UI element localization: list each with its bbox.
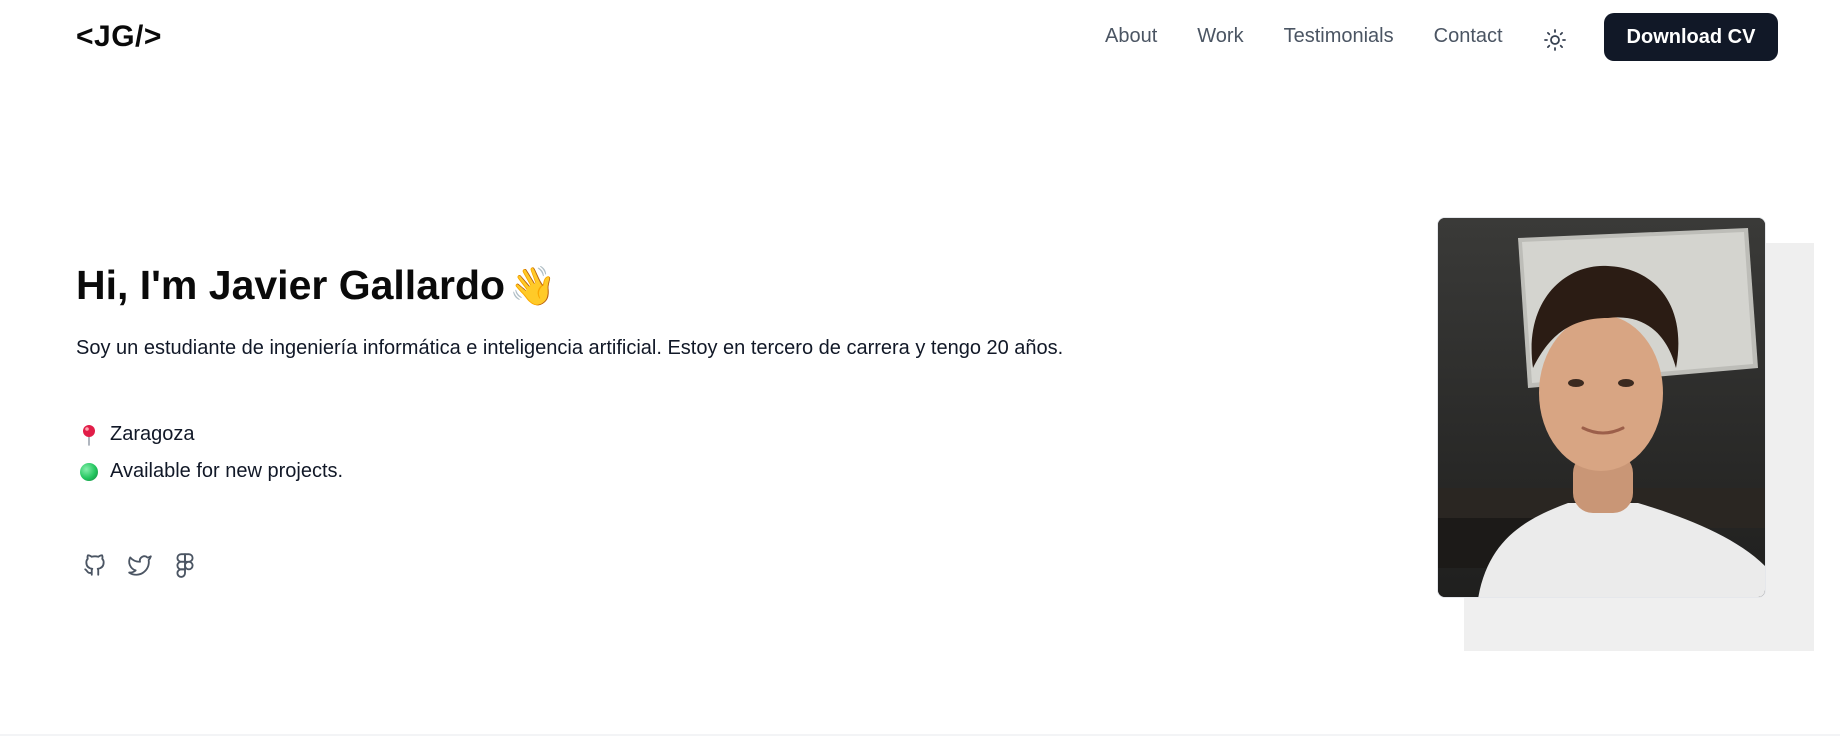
logo[interactable]: <JG/> xyxy=(76,20,162,54)
nav-about-link[interactable]: About xyxy=(1105,25,1157,48)
profile-photo-illustration xyxy=(1438,218,1765,597)
profile-photo xyxy=(1437,217,1766,598)
nav-testimonials-link[interactable]: Testimonials xyxy=(1284,25,1394,48)
social-links xyxy=(80,550,215,580)
location-text: Zaragoza xyxy=(110,423,195,445)
status-row: Available for new projects. xyxy=(78,460,343,483)
twitter-icon[interactable] xyxy=(125,550,155,580)
waving-hand-icon: 👋 xyxy=(509,266,557,308)
sun-icon xyxy=(1544,29,1566,51)
theme-toggle-button[interactable] xyxy=(1538,23,1572,57)
download-cv-button[interactable]: Download CV xyxy=(1604,13,1778,61)
site-header: <JG/> About Work Testimonials Contact Do… xyxy=(0,0,1840,74)
hero-title: Hi, I'm Javier Gallardo 👋 xyxy=(76,262,556,309)
page: <JG/> About Work Testimonials Contact Do… xyxy=(0,0,1840,736)
location-row: Zaragoza xyxy=(78,423,195,446)
green-dot-icon xyxy=(78,461,100,483)
pin-icon xyxy=(78,424,100,446)
nav-work-link[interactable]: Work xyxy=(1197,25,1243,48)
nav-contact-link[interactable]: Contact xyxy=(1434,25,1503,48)
github-icon[interactable] xyxy=(80,550,110,580)
hero-bio: Soy un estudiante de ingeniería informát… xyxy=(76,337,1064,359)
hero-title-text: Hi, I'm Javier Gallardo xyxy=(76,262,506,308)
figma-icon[interactable] xyxy=(170,550,200,580)
main-nav: About Work Testimonials Contact xyxy=(1105,25,1543,48)
status-text: Available for new projects. xyxy=(110,460,344,482)
